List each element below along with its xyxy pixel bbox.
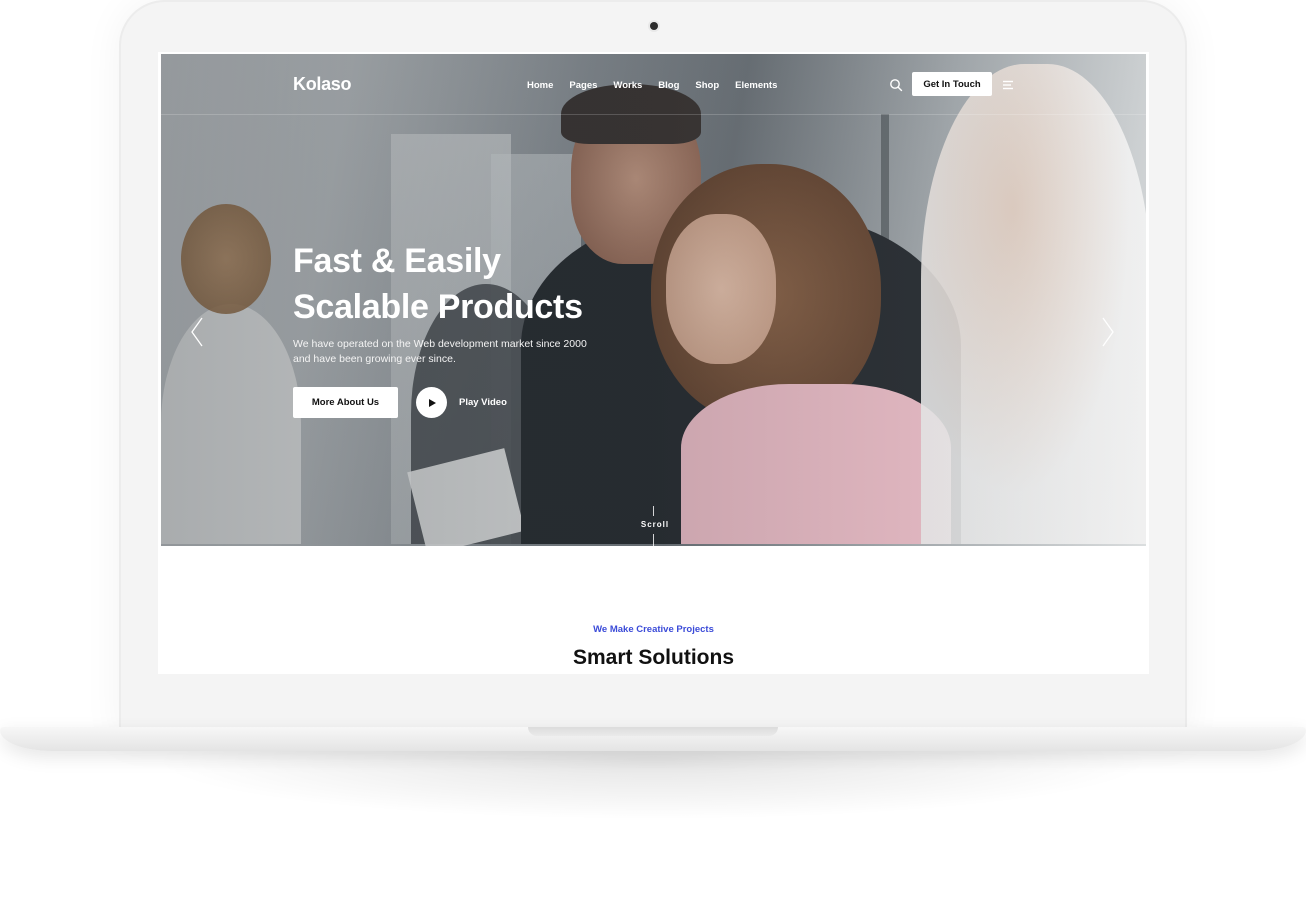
main-nav: Home Pages Works Blog Shop Elements	[527, 80, 793, 91]
scroll-indicator-line	[653, 506, 654, 516]
section-eyebrow: We Make Creative Projects	[593, 624, 714, 635]
play-video-button[interactable]	[416, 387, 447, 418]
nav-item-elements[interactable]: Elements	[735, 80, 777, 91]
site-logo[interactable]: Kolaso	[293, 74, 352, 95]
chevron-right-icon[interactable]	[1100, 316, 1116, 348]
section-title: Smart Solutions	[572, 646, 735, 669]
laptop-notch	[528, 727, 778, 736]
scroll-indicator[interactable]: Scroll	[630, 520, 680, 529]
hero-title-line2: Scalable Products	[293, 288, 583, 326]
chevron-left-icon[interactable]	[189, 316, 205, 348]
get-in-touch-button[interactable]: Get In Touch	[912, 72, 992, 96]
menu-icon[interactable]	[1003, 80, 1015, 90]
hero-title-line1: Fast & Easily	[293, 242, 501, 280]
more-about-us-button[interactable]: More About Us	[293, 387, 398, 418]
website-screen: Kolaso Home Pages Works Blog Shop Elemen…	[158, 52, 1149, 674]
play-icon	[428, 398, 436, 407]
nav-item-shop[interactable]: Shop	[695, 80, 719, 91]
header-divider	[161, 114, 1146, 115]
hero-section: Kolaso Home Pages Works Blog Shop Elemen…	[161, 54, 1146, 546]
play-video-label[interactable]: Play Video	[459, 397, 507, 408]
nav-item-home[interactable]: Home	[527, 80, 553, 91]
search-icon[interactable]	[889, 78, 903, 92]
nav-item-works[interactable]: Works	[613, 80, 642, 91]
nav-item-blog[interactable]: Blog	[658, 80, 679, 91]
nav-item-pages[interactable]: Pages	[569, 80, 597, 91]
scroll-indicator-line	[653, 534, 654, 546]
hero-subtitle: We have operated on the Web development …	[293, 338, 587, 365]
camera-dot	[650, 22, 658, 30]
hero-title: Fast & Easily Scalable Products	[293, 238, 583, 330]
